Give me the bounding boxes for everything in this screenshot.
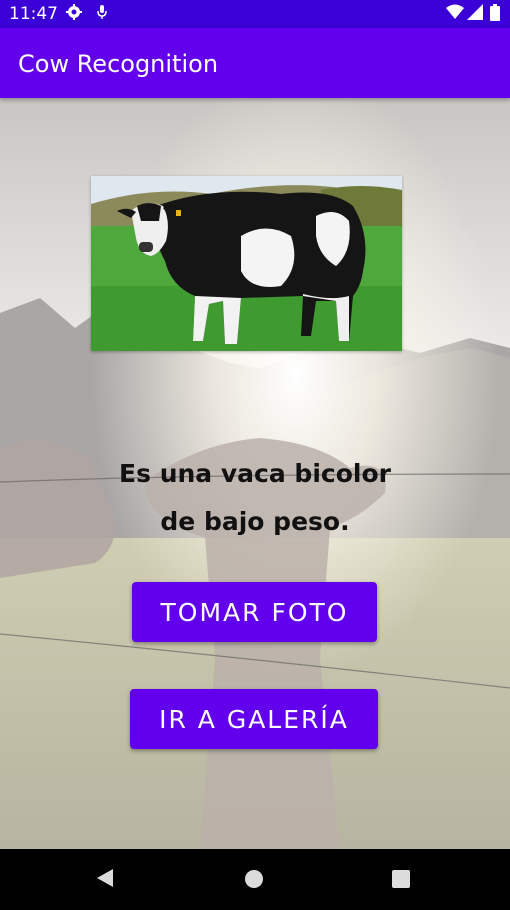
app-bar: Cow Recognition [0, 28, 510, 98]
take-photo-button[interactable]: TOMAR FOTO [132, 582, 377, 642]
status-bar: 11:47 [0, 0, 510, 28]
signal-icon [467, 4, 483, 24]
back-icon[interactable] [96, 868, 114, 893]
recents-icon[interactable] [392, 870, 410, 893]
nav-bar [0, 849, 510, 910]
gallery-button[interactable]: IR A GALERÍA [130, 689, 378, 749]
result-line-2: de bajo peso. [160, 507, 350, 536]
settings-icon [66, 4, 82, 24]
result-line-1: Es una vaca bicolor [119, 459, 391, 488]
wifi-icon [446, 4, 464, 24]
app-title: Cow Recognition [18, 50, 219, 78]
microphone-icon [96, 4, 108, 24]
home-icon[interactable] [245, 870, 263, 893]
cow-photo [91, 176, 402, 351]
status-time: 11:47 [9, 4, 58, 24]
battery-icon [490, 4, 500, 25]
result-text: Es una vaca bicolor de bajo peso. [60, 450, 450, 546]
main-content: Es una vaca bicolor de bajo peso. TOMAR … [0, 98, 510, 849]
